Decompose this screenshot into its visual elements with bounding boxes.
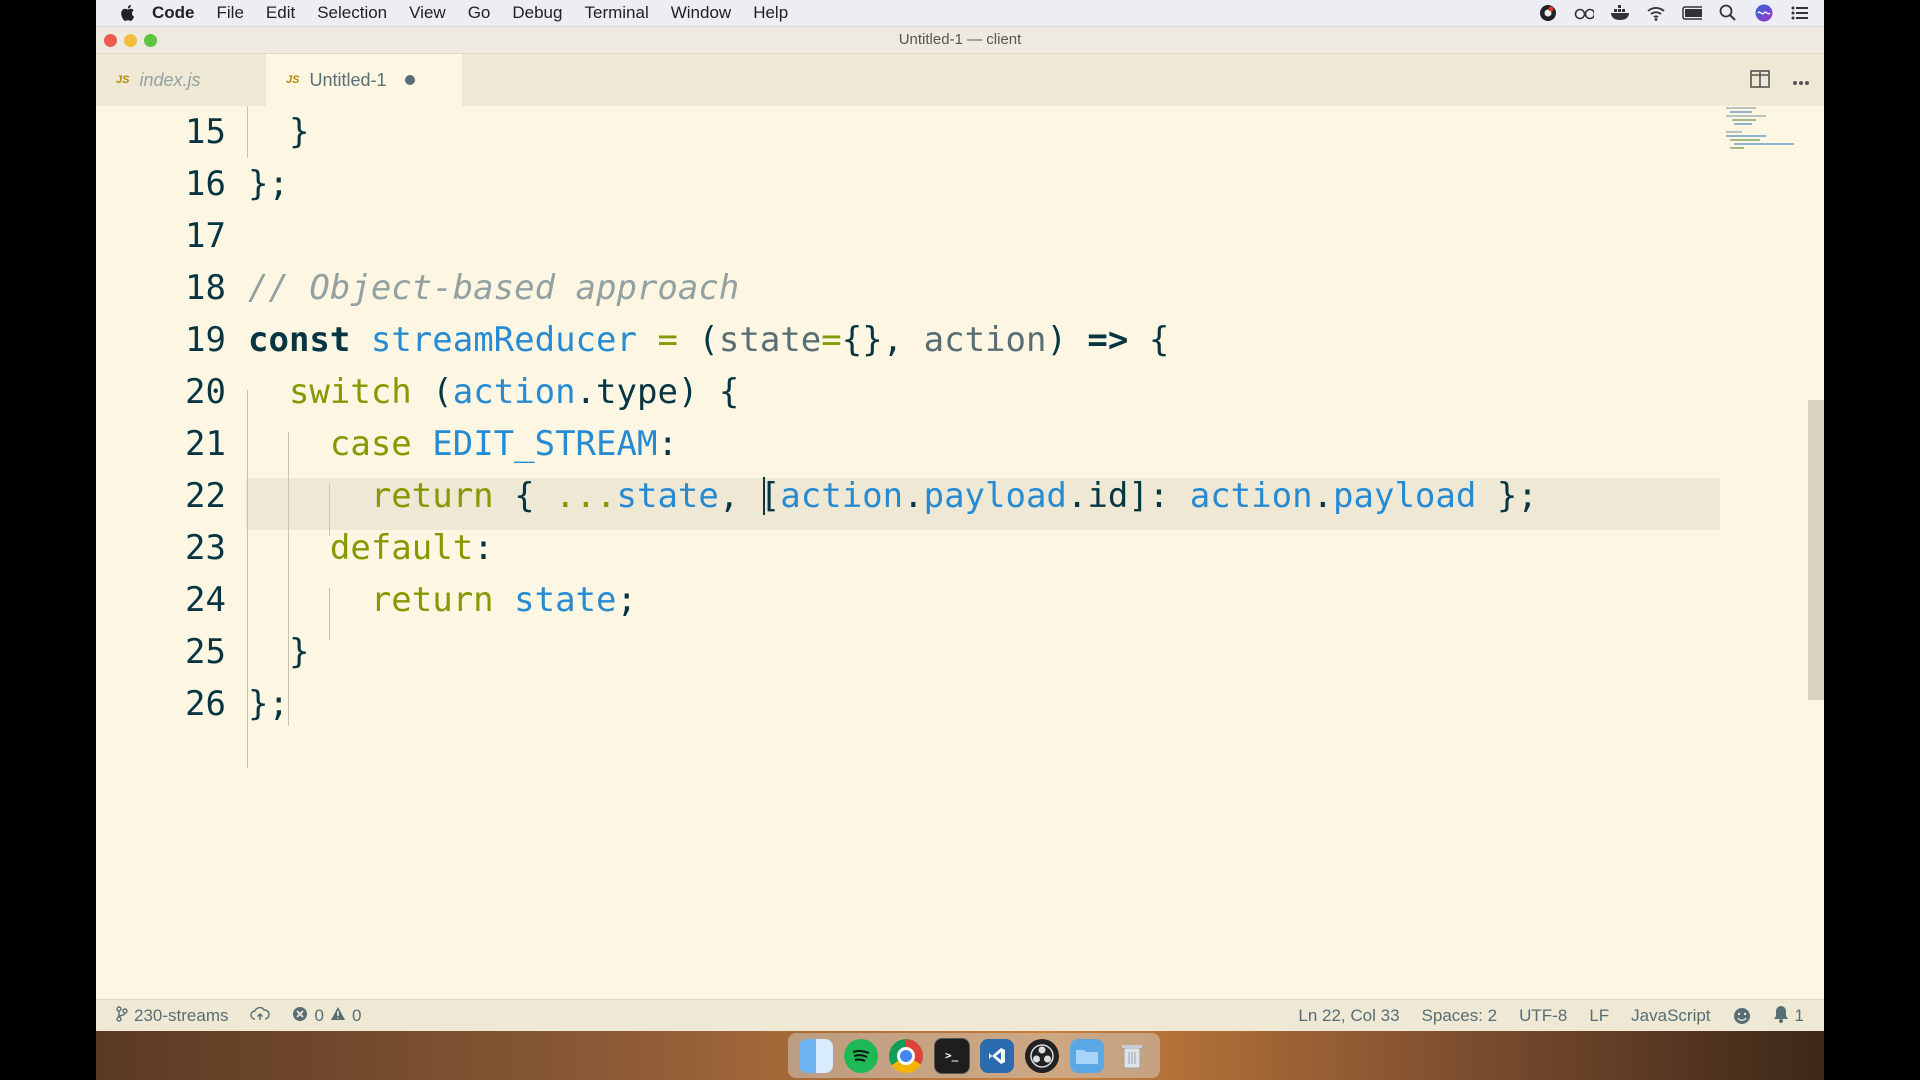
code-line-25[interactable]: } (248, 626, 309, 678)
tab-label: Untitled-1 (309, 69, 387, 90)
bell-icon (1773, 1005, 1789, 1028)
code-line-21[interactable]: case EDIT_STREAM: (248, 418, 678, 470)
battery-icon[interactable] (1682, 4, 1702, 22)
code-line-22[interactable]: return { ...state, [action.payload.id]: … (248, 470, 1538, 522)
tab-label: index.js (139, 69, 201, 90)
line-number: 24 (185, 580, 226, 620)
language-mode[interactable]: JavaScript (1631, 1006, 1710, 1026)
menu-edit[interactable]: Edit (266, 3, 295, 23)
line-number: 20 (185, 372, 226, 412)
window-title: Untitled-1 — client (898, 31, 1022, 48)
warning-count: 0 (351, 1006, 362, 1025)
docker-icon[interactable] (1610, 4, 1630, 22)
code-line-18-comment[interactable]: // Object-based approach (248, 262, 739, 314)
text-cursor (763, 477, 765, 515)
menu-selection[interactable]: Selection (317, 3, 387, 23)
tab-index-js[interactable]: JS index.js (96, 54, 286, 106)
more-actions-icon[interactable] (1792, 73, 1810, 91)
chrome-icon[interactable] (888, 1038, 923, 1073)
code-line-20[interactable]: switch (action.type) { (248, 366, 739, 418)
wifi-icon[interactable] (1646, 4, 1666, 22)
js-file-icon: JS (286, 74, 300, 86)
code-line-26[interactable]: }; (248, 678, 289, 730)
feedback-smiley-icon[interactable] (1733, 1007, 1751, 1025)
line-number: 21 (185, 424, 226, 464)
unsaved-dot-icon[interactable] (404, 75, 415, 85)
editor-tab-bar: JS index.js JS Untitled-1 (96, 54, 1824, 106)
warning-icon (330, 1006, 346, 1026)
terminal-icon[interactable]: >_ (933, 1037, 970, 1074)
vertical-scrollbar[interactable] (1808, 400, 1824, 700)
line-number: 18 (185, 268, 226, 308)
trash-icon[interactable] (1115, 1039, 1149, 1073)
menu-go[interactable]: Go (468, 3, 491, 23)
folder-icon[interactable] (1069, 1038, 1104, 1073)
menu-view[interactable]: View (409, 3, 446, 23)
finder-icon[interactable] (799, 1038, 834, 1073)
error-icon (292, 1006, 308, 1027)
menu-bar: Code File Edit Selection View Go Debug T… (96, 0, 1824, 27)
cloud-upload-icon (250, 1006, 271, 1027)
dock: >_ (788, 1033, 1160, 1078)
window-title-bar: Untitled-1 — client (96, 27, 1824, 54)
git-branch-status[interactable]: 230-streams (116, 1005, 229, 1027)
siri-icon[interactable] (1754, 4, 1774, 22)
line-number: 16 (185, 164, 226, 204)
tab-untitled-1[interactable]: JS Untitled-1 (266, 54, 462, 106)
code-line-23[interactable]: default: (248, 522, 494, 574)
spotify-icon[interactable] (844, 1038, 879, 1073)
code-line-16[interactable]: }; (248, 158, 289, 210)
indentation[interactable]: Spaces: 2 (1422, 1006, 1498, 1026)
creative-cloud-icon[interactable] (1538, 4, 1558, 22)
notifications-status[interactable]: 1 (1773, 1005, 1804, 1028)
editor-actions (1750, 70, 1810, 93)
code-line-24[interactable]: return state; (248, 574, 637, 626)
branch-name: 230-streams (134, 1006, 229, 1025)
vscode-icon[interactable] (980, 1038, 1015, 1073)
line-number: 19 (185, 320, 226, 360)
line-number: 22 (185, 476, 226, 516)
line-number: 26 (185, 684, 226, 724)
line-number: 15 (185, 112, 226, 152)
minimap[interactable] (1722, 106, 1802, 166)
end-of-line[interactable]: LF (1589, 1006, 1609, 1026)
menu-window[interactable]: Window (671, 3, 731, 23)
line-number: 23 (185, 528, 226, 568)
menu-help[interactable]: Help (753, 3, 788, 23)
spotlight-icon[interactable] (1718, 4, 1738, 22)
notification-count: 1 (1794, 1006, 1804, 1025)
apple-icon[interactable] (118, 3, 138, 23)
cursor-position[interactable]: Ln 22, Col 33 (1298, 1006, 1399, 1026)
menu-debug[interactable]: Debug (512, 3, 562, 23)
line-number: 17 (185, 216, 226, 256)
menu-terminal[interactable]: Terminal (584, 3, 648, 23)
file-encoding[interactable]: UTF-8 (1519, 1006, 1567, 1026)
js-file-icon: JS (116, 74, 130, 86)
screen: Code File Edit Selection View Go Debug T… (96, 0, 1824, 1080)
menu-app-code[interactable]: Code (152, 3, 195, 23)
status-bar: 230-streams 0 0 Ln 22, Col 33 Spaces: 2 … (96, 999, 1824, 1032)
git-branch-icon (116, 1005, 128, 1027)
code-line-19[interactable]: const streamReducer = (state={}, action)… (248, 314, 1169, 366)
code-line-15[interactable]: }} (248, 106, 309, 158)
obs-icon[interactable] (1025, 1038, 1060, 1073)
error-count: 0 (314, 1006, 324, 1025)
problems-status[interactable]: 0 0 (292, 1006, 361, 1027)
split-editor-icon[interactable] (1750, 70, 1770, 93)
menu-file[interactable]: File (217, 3, 244, 23)
line-number: 25 (185, 632, 226, 672)
menu-bar-status-area (1538, 0, 1810, 26)
notification-center-icon[interactable] (1790, 4, 1810, 22)
sync-status[interactable] (250, 1006, 271, 1027)
glasses-icon[interactable] (1574, 4, 1594, 22)
code-editor[interactable]: 15 }} 16 }; 17 18 // Object-based approa… (96, 106, 1824, 999)
